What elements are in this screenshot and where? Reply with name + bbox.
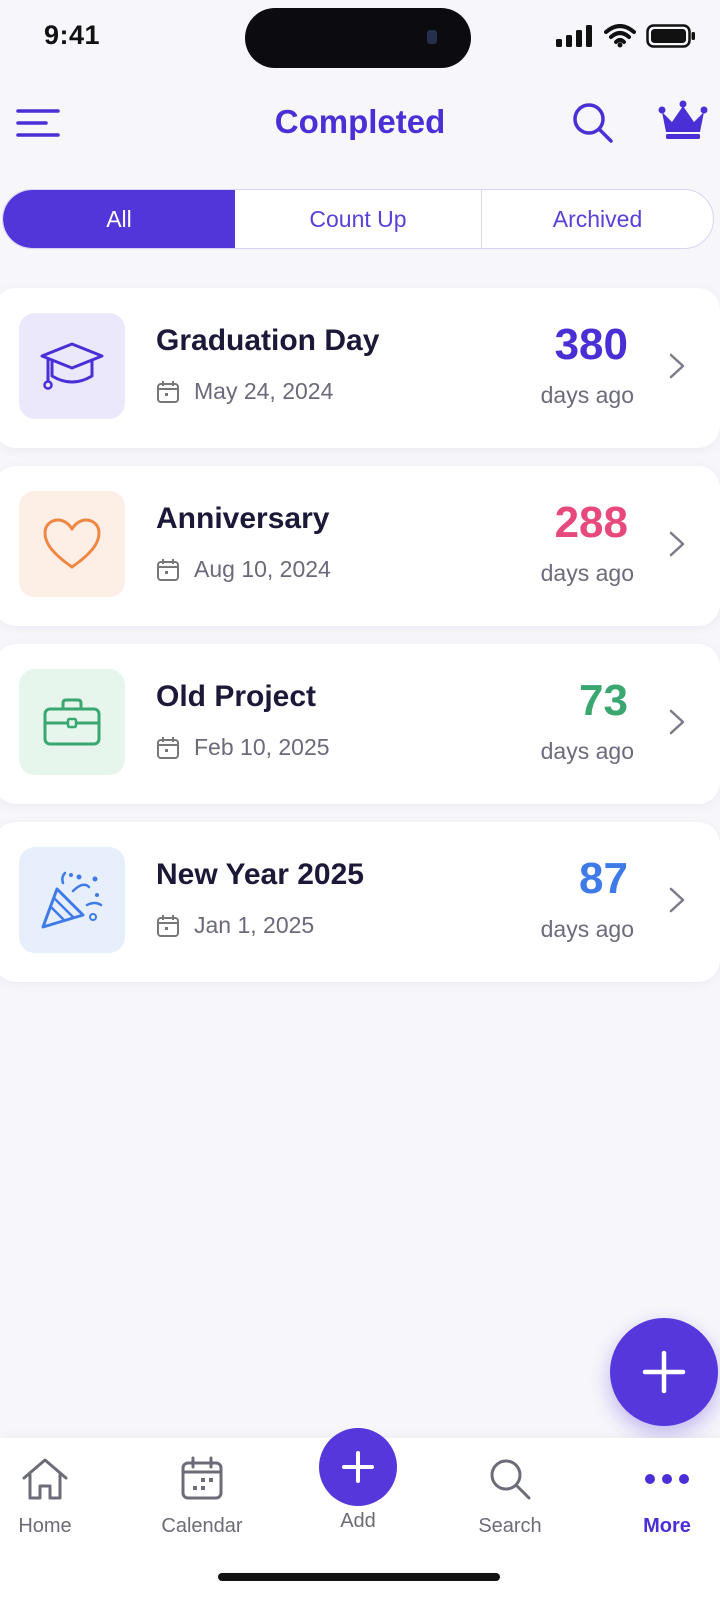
event-icon-box: [19, 313, 125, 419]
tab-search-label: Search: [478, 1515, 542, 1537]
heart-icon: [43, 518, 101, 569]
status-icons: [556, 24, 696, 48]
party-popper-icon: [41, 871, 103, 929]
tab-add-label: Add: [340, 1510, 376, 1532]
calendar-icon: [181, 1456, 223, 1500]
tab-more-label: More: [643, 1515, 691, 1537]
event-date-row: May 24, 2024: [156, 378, 333, 405]
event-count-suffix: days ago: [540, 382, 634, 408]
event-title: Graduation Day: [156, 324, 380, 357]
calendar-icon: [157, 380, 179, 403]
event-card-graduation-day[interactable]: Graduation Day May 24, 2024 380 days ago: [0, 288, 720, 448]
event-count-suffix: days ago: [540, 560, 634, 586]
tab-count-up-label: Count Up: [309, 205, 407, 232]
tab-all-label: All: [106, 205, 132, 232]
more-dots-icon: [645, 1474, 689, 1484]
event-day-count: 288: [554, 498, 628, 547]
event-title: Anniversary: [156, 502, 330, 535]
camera-dot: [427, 30, 437, 44]
tab-archived-label: Archived: [552, 205, 643, 232]
dynamic-island: [245, 8, 471, 68]
event-title: Old Project: [156, 680, 317, 713]
tab-count-up[interactable]: Count Up: [235, 190, 481, 248]
search-icon[interactable]: [572, 102, 614, 144]
event-date: Aug 10, 2024: [194, 556, 331, 582]
event-icon-box: [19, 847, 125, 953]
tab-more[interactable]: More: [597, 1456, 720, 1538]
signal-icon: [556, 25, 592, 47]
event-date: May 24, 2024: [194, 378, 334, 404]
tab-calendar[interactable]: Calendar: [132, 1456, 272, 1538]
event-day-count: 73: [579, 676, 628, 725]
chevron-right-icon: [669, 353, 685, 379]
event-date-row: Feb 10, 2025: [156, 734, 330, 761]
home-indicator: [218, 1573, 500, 1581]
event-title: New Year 2025: [156, 858, 364, 891]
tab-archived[interactable]: Archived: [481, 190, 713, 248]
tab-all[interactable]: All: [3, 190, 235, 248]
briefcase-icon: [43, 698, 101, 746]
event-count-suffix: days ago: [540, 916, 634, 942]
graduation-cap-icon: [40, 342, 104, 390]
status-bar: 9:41: [0, 0, 720, 80]
event-count-suffix: days ago: [540, 738, 634, 764]
search-icon: [490, 1459, 531, 1500]
plus-icon: [342, 1451, 374, 1483]
event-card-old-project[interactable]: Old Project Feb 10, 2025 73 days ago: [0, 644, 720, 804]
event-card-new-year-2025[interactable]: New Year 2025 Jan 1, 2025 87 days ago: [0, 822, 720, 982]
crown-icon[interactable]: [658, 100, 708, 140]
chevron-right-icon: [669, 887, 685, 913]
event-day-count: 87: [579, 854, 628, 903]
tab-add-button[interactable]: [319, 1428, 397, 1506]
calendar-icon: [157, 558, 179, 581]
tab-search[interactable]: Search: [440, 1456, 580, 1538]
event-date-row: Aug 10, 2024: [156, 556, 331, 583]
chevron-right-icon: [669, 709, 685, 735]
filter-tabs: All Count Up Archived: [2, 189, 714, 249]
calendar-icon: [157, 914, 179, 937]
header: Completed: [0, 88, 720, 158]
tab-home[interactable]: Home: [0, 1456, 115, 1538]
wifi-icon: [604, 24, 636, 48]
event-card-anniversary[interactable]: Anniversary Aug 10, 2024 288 days ago: [0, 466, 720, 626]
chevron-right-icon: [669, 531, 685, 557]
home-icon: [22, 1458, 68, 1500]
event-date-row: Jan 1, 2025: [156, 912, 314, 939]
event-date: Feb 10, 2025: [194, 734, 330, 760]
event-icon-box: [19, 669, 125, 775]
plus-icon: [642, 1350, 686, 1394]
add-event-fab[interactable]: [610, 1318, 718, 1426]
event-icon-box: [19, 491, 125, 597]
event-date: Jan 1, 2025: [194, 912, 315, 938]
status-time: 9:41: [44, 20, 101, 50]
event-day-count: 380: [554, 320, 628, 369]
calendar-icon: [157, 736, 179, 759]
tab-calendar-label: Calendar: [161, 1515, 243, 1537]
tab-home-label: Home: [18, 1515, 72, 1537]
battery-icon: [646, 24, 695, 48]
